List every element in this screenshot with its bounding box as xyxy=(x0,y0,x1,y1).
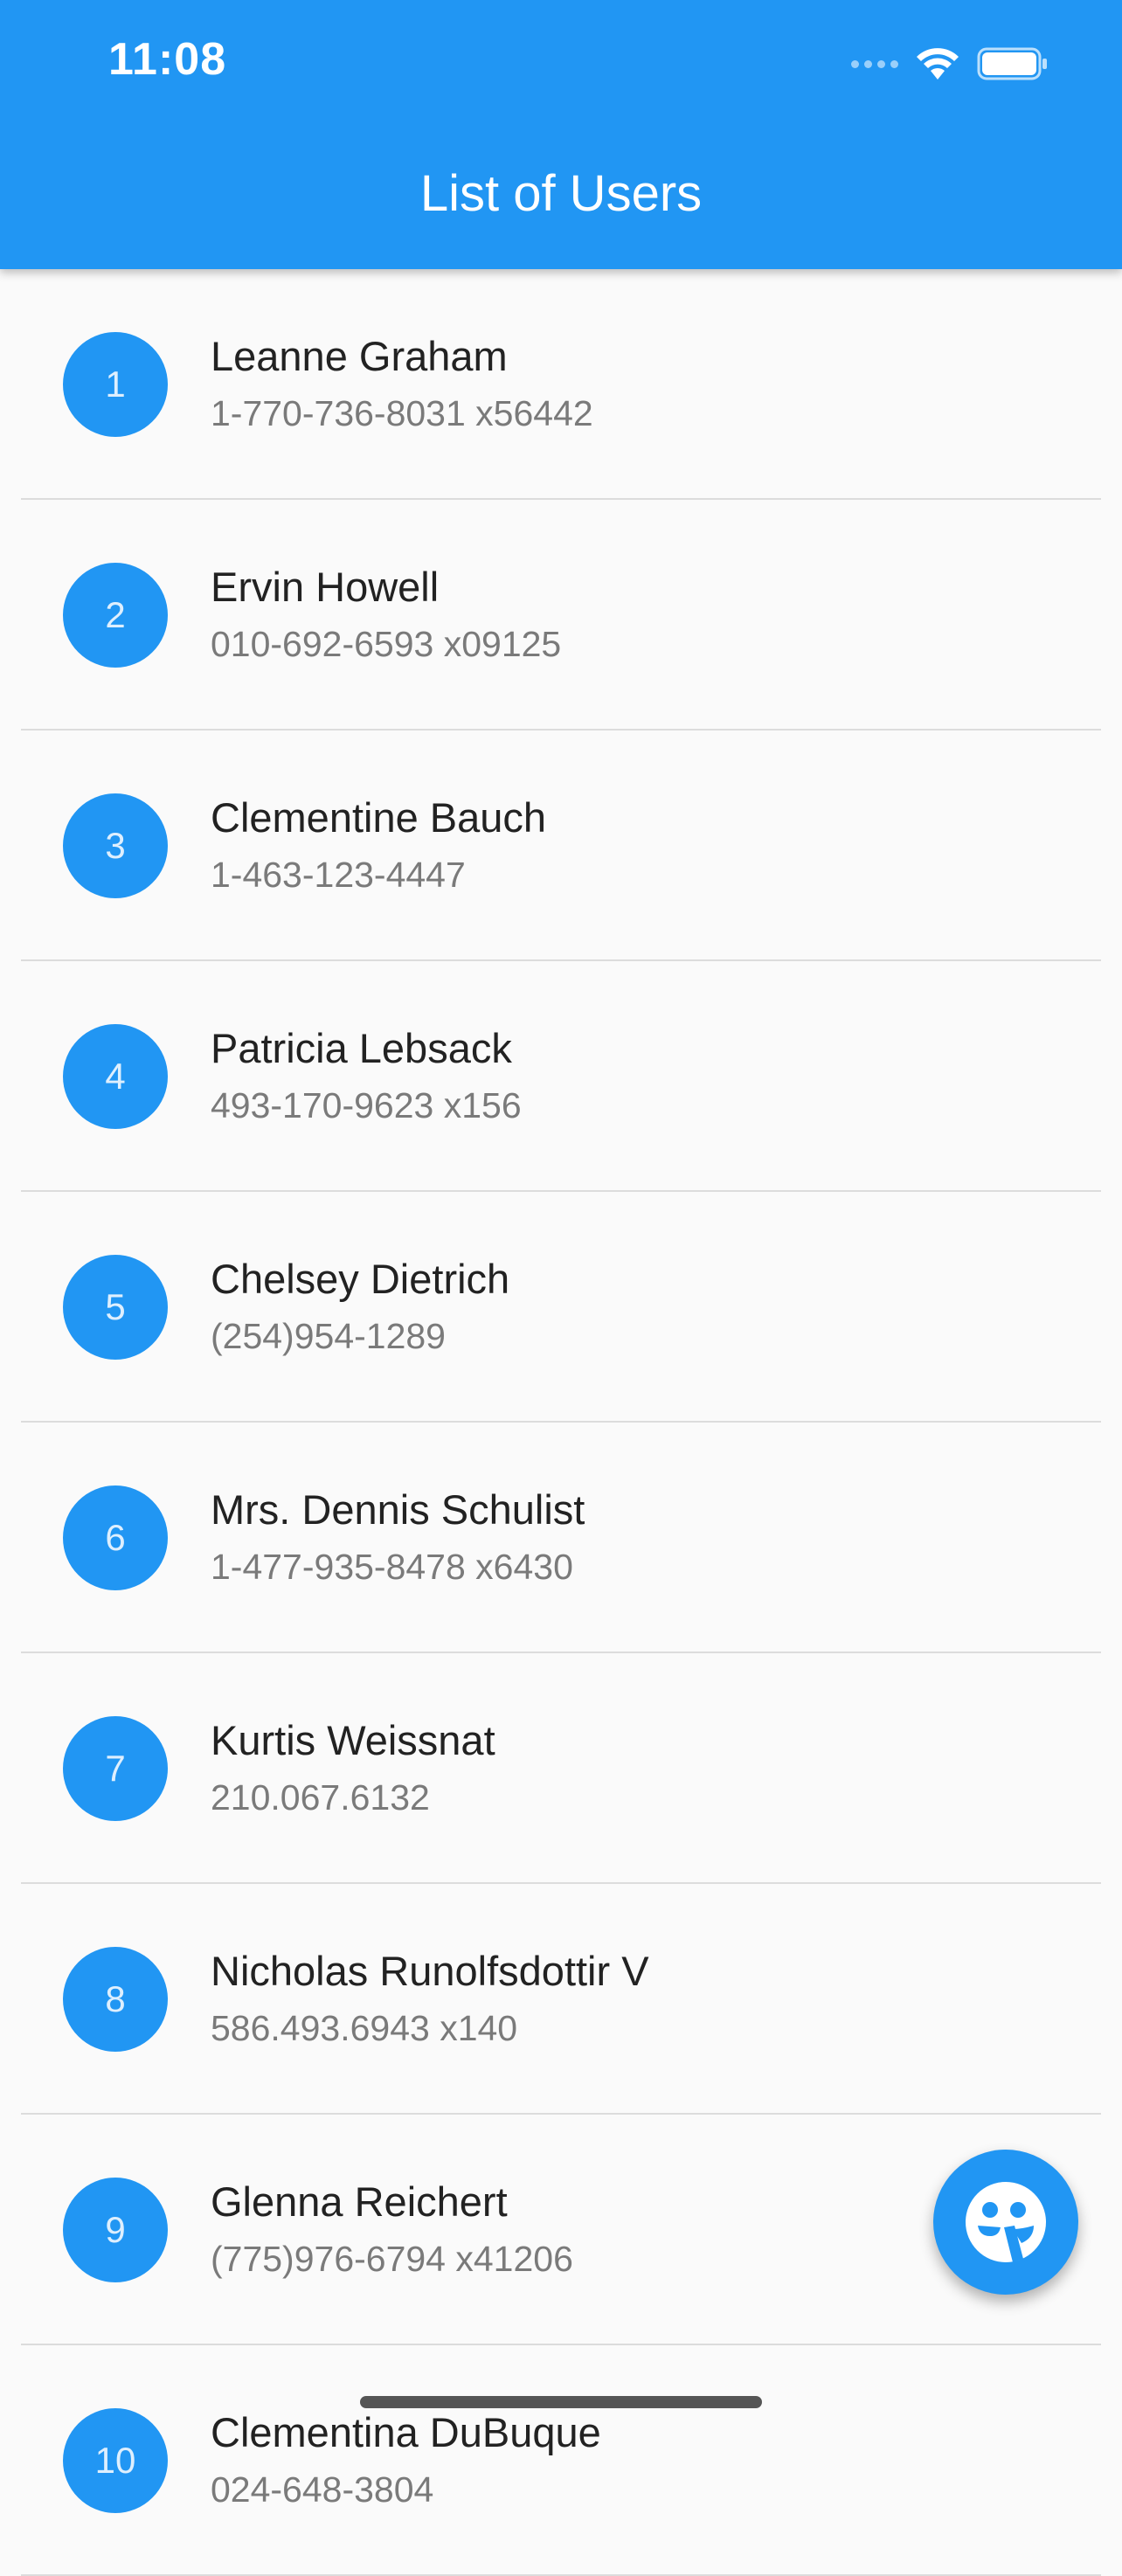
user-name: Leanne Graham xyxy=(211,333,508,379)
list-item[interactable]: 5 Chelsey Dietrich (254)954-1289 xyxy=(0,1192,1122,1423)
user-phone: 010-692-6593 x09125 xyxy=(211,624,562,664)
list-item[interactable]: 7 Kurtis Weissnat 210.067.6132 xyxy=(0,1653,1122,1884)
user-phone: 586.493.6943 x140 xyxy=(211,2008,518,2048)
home-indicator[interactable] xyxy=(360,2396,762,2408)
user-phone: 1-463-123-4447 xyxy=(211,855,466,895)
user-name: Patricia Lebsack xyxy=(211,1025,512,1071)
list-item[interactable]: 6 Mrs. Dennis Schulist 1-477-935-8478 x6… xyxy=(0,1423,1122,1653)
status-icons xyxy=(851,42,1049,86)
user-phone: 493-170-9623 x156 xyxy=(211,1085,522,1125)
user-phone: 1-477-935-8478 x6430 xyxy=(211,1547,573,1587)
face-icon xyxy=(966,2182,1046,2262)
user-name: Chelsey Dietrich xyxy=(211,1256,510,1302)
avatar: 3 xyxy=(63,793,168,898)
user-phone: (775)976-6794 x41206 xyxy=(211,2239,573,2279)
user-name: Mrs. Dennis Schulist xyxy=(211,1486,585,1533)
avatar: 4 xyxy=(63,1024,168,1129)
user-name: Ervin Howell xyxy=(211,564,440,610)
wifi-icon xyxy=(917,48,959,80)
avatar: 9 xyxy=(63,2178,168,2282)
avatar: 1 xyxy=(63,332,168,437)
user-phone: 210.067.6132 xyxy=(211,1777,430,1818)
user-name: Nicholas Runolfsdottir V xyxy=(211,1948,649,1994)
avatar: 6 xyxy=(63,1485,168,1590)
list-item[interactable]: 4 Patricia Lebsack 493-170-9623 x156 xyxy=(0,961,1122,1192)
list-item[interactable]: 1 Leanne Graham 1-770-736-8031 x56442 xyxy=(0,269,1122,500)
user-name: Clementina DuBuque xyxy=(211,2409,601,2455)
status-time: 11:08 xyxy=(108,34,227,85)
cellular-signal-icon xyxy=(851,59,898,68)
user-phone: 1-770-736-8031 x56442 xyxy=(211,393,593,433)
list-item[interactable]: 10 Clementina DuBuque 024-648-3804 xyxy=(0,2345,1122,2576)
list-item[interactable]: 3 Clementine Bauch 1-463-123-4447 xyxy=(0,731,1122,961)
list-item[interactable]: 8 Nicholas Runolfsdottir V 586.493.6943 … xyxy=(0,1884,1122,2115)
fab-button[interactable] xyxy=(933,2150,1078,2295)
avatar: 5 xyxy=(63,1255,168,1360)
user-name: Glenna Reichert xyxy=(211,2178,508,2225)
avatar: 8 xyxy=(63,1947,168,2052)
battery-icon xyxy=(977,47,1047,80)
user-name: Kurtis Weissnat xyxy=(211,1717,495,1763)
user-phone: (254)954-1289 xyxy=(211,1316,446,1356)
user-phone: 024-648-3804 xyxy=(211,2469,434,2510)
avatar: 2 xyxy=(63,563,168,668)
avatar: 7 xyxy=(63,1716,168,1821)
list-item[interactable]: 2 Ervin Howell 010-692-6593 x09125 xyxy=(0,500,1122,731)
avatar: 10 xyxy=(63,2408,168,2513)
user-name: Clementine Bauch xyxy=(211,794,547,841)
app-bar: 11:08 List of Users xyxy=(0,0,1122,269)
page-title: List of Users xyxy=(419,165,703,222)
